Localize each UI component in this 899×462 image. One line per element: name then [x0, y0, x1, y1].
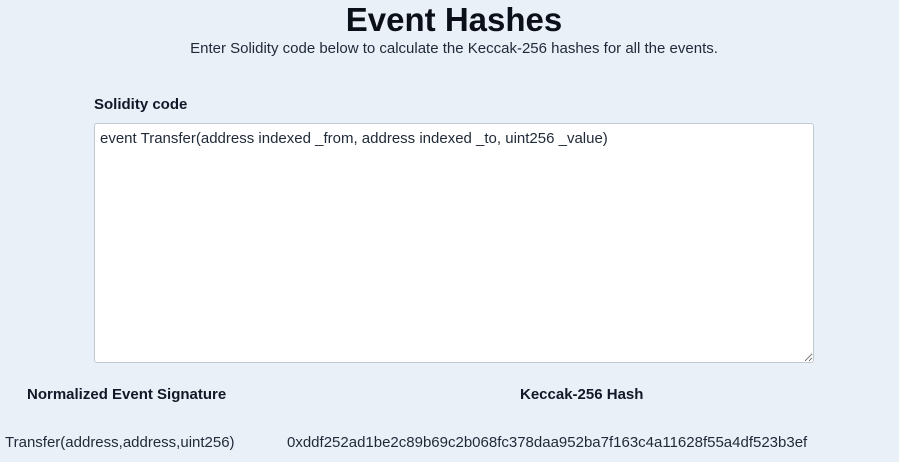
column-header-signature: Normalized Event Signature — [27, 386, 227, 403]
page-title: Event Hashes — [345, 1, 563, 38]
column-header-hash: Keccak-256 Hash — [520, 386, 644, 403]
solidity-code-input[interactable]: event Transfer(address indexed _from, ad… — [94, 123, 814, 363]
event-hash-cell: 0xddf252ad1be2c89b69c2b068fc378daa952ba7… — [287, 434, 808, 451]
page-subtitle: Enter Solidity code below to calculate t… — [190, 40, 718, 57]
solidity-code-label: Solidity code — [94, 96, 188, 113]
event-signature-cell: Transfer(address,address,uint256) — [5, 434, 235, 451]
